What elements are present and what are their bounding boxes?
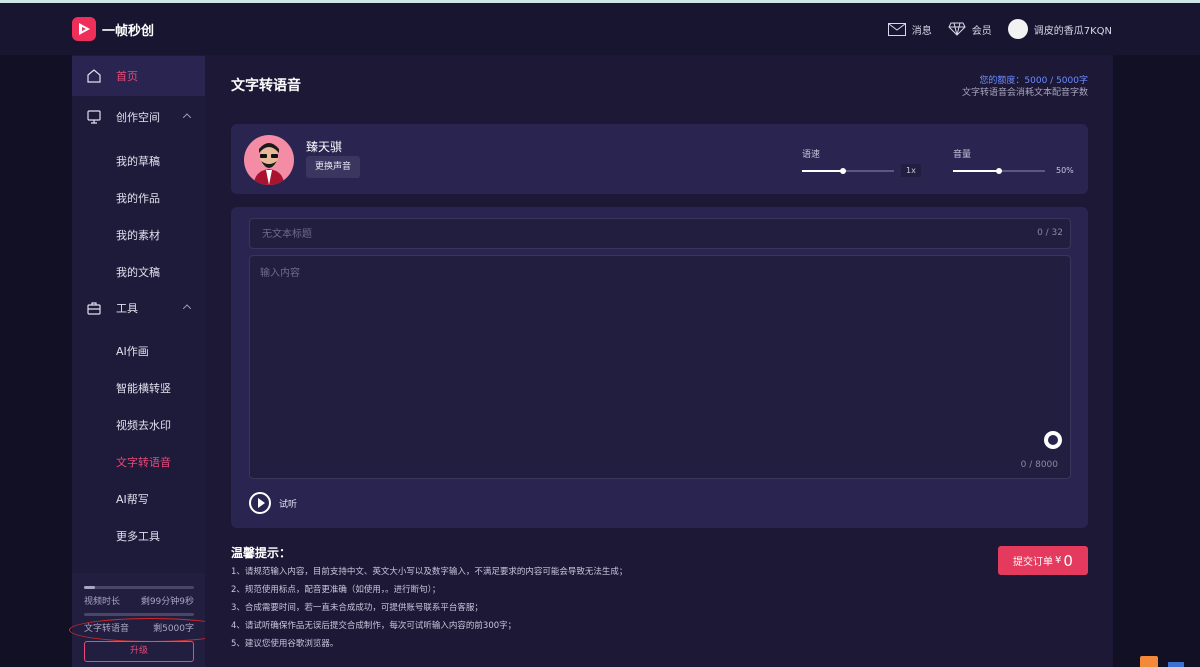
sidebar-item-ai-write[interactable]: AI帮写: [116, 491, 149, 507]
upgrade-button[interactable]: 升级: [84, 641, 194, 662]
editor-card: 0 / 32 0 / 8000 试听: [231, 207, 1088, 528]
submit-label: 提交订单: [1013, 557, 1054, 568]
sidebar-item-create-space[interactable]: 创作空间: [72, 97, 205, 137]
submit-price: 0: [1063, 551, 1073, 570]
change-voice-button[interactable]: 更换声音: [306, 156, 360, 178]
speed-value: 1x: [901, 164, 921, 177]
volume-slider-thumb[interactable]: [996, 168, 1002, 174]
app-name: 一帧秒创: [102, 23, 155, 39]
tip-item: 2、规范使用标点，配音更准确（如使用，。进行断句）；: [231, 585, 441, 595]
submit-order-button[interactable]: 提交订单 ¥ 0: [998, 546, 1088, 575]
title-field-wrapper: 0 / 32: [249, 218, 1071, 249]
toolbox-icon: [87, 302, 101, 315]
chevron-up-icon: [183, 113, 191, 118]
user-avatar: [1007, 19, 1028, 39]
content-counter: 0 / 8000: [1020, 460, 1058, 470]
tray-icon: [1168, 662, 1184, 667]
sidebar-item-label: 首页: [116, 70, 138, 83]
logo-icon: [72, 17, 96, 41]
app-logo[interactable]: 一帧秒创: [72, 17, 154, 41]
tip-item: 3、合成需要时间，若一直未合成成功，可提供账号联系平台客服；: [231, 603, 483, 613]
sidebar-item-drafts[interactable]: 我的草稿: [116, 153, 160, 169]
quota-info: 您的额度：5000 / 5000字 文字转语音会消耗文本配音字数: [962, 75, 1088, 99]
listen-label: 试听: [279, 499, 298, 510]
title-input[interactable]: [260, 225, 964, 243]
vip-link[interactable]: 会员: [948, 22, 992, 37]
content-input[interactable]: [258, 262, 1052, 446]
messages-link[interactable]: 消息: [887, 22, 932, 37]
sidebar-item-tools[interactable]: 工具: [72, 288, 205, 328]
monitor-icon: [87, 110, 101, 124]
sidebar-item-ai-paint[interactable]: AI作画: [116, 343, 149, 359]
tray-app-icon: [1140, 656, 1158, 667]
vip-label: 会员: [971, 25, 992, 37]
top-header: 一帧秒创 消息 会员 调皮的香瓜7KQN: [0, 3, 1200, 55]
sidebar-item-landscape-portrait[interactable]: 智能横转竖: [116, 380, 171, 396]
page-title: 文字转语音: [231, 78, 301, 94]
tip-item: 4、请试听确保作品无误后提交合成制作，每次可试听输入内容的前300字；: [231, 621, 517, 631]
video-quota-label: 视频时长: [84, 597, 121, 607]
title-counter: 0 / 32: [1037, 228, 1063, 238]
sidebar-item-label: 工具: [116, 302, 138, 315]
messages-label: 消息: [911, 25, 932, 37]
volume-value: 50%: [1056, 166, 1074, 175]
sidebar-item-scripts[interactable]: 我的文稿: [116, 264, 160, 280]
video-quota-remaining: 剩99分钟9秒: [140, 597, 194, 607]
tips-title: 温馨提示：: [231, 546, 292, 560]
speed-label: 语速: [802, 150, 821, 160]
sidebar-item-more-tools[interactable]: 更多工具: [116, 528, 160, 544]
sidebar-item-works[interactable]: 我的作品: [116, 190, 160, 206]
quota-amount: 您的额度：5000 / 5000字: [979, 76, 1088, 86]
quota-panel: 视频时长 剩99分钟9秒 文字转语音 剩5000字 升级: [69, 573, 233, 667]
diamond-icon: [948, 22, 966, 36]
assistant-float-icon[interactable]: [1044, 431, 1062, 449]
user-menu[interactable]: 调皮的香瓜7KQN: [1007, 19, 1112, 39]
username: 调皮的香瓜7KQN: [1033, 25, 1112, 37]
speed-slider-thumb[interactable]: [840, 168, 847, 174]
volume-label: 音量: [953, 150, 972, 160]
voice-name: 臻天骐: [306, 140, 343, 154]
listen-button[interactable]: 试听: [249, 492, 297, 514]
sidebar-item-label: 创作空间: [116, 111, 160, 124]
sidebar-item-remove-watermark[interactable]: 视频去水印: [116, 417, 171, 433]
voice-settings-card: 臻天骐 更换声音 语速 1x 音量 50%: [231, 124, 1088, 194]
quota-note: 文字转语音会消耗文本配音字数: [961, 88, 1088, 98]
voice-avatar: [244, 135, 294, 185]
main-content: 文字转语音 您的额度：5000 / 5000字 文字转语音会消耗文本配音字数 臻…: [205, 55, 1113, 667]
content-field-wrapper: 0 / 8000: [249, 255, 1071, 479]
home-icon: [87, 69, 101, 83]
tip-item: 1、请规范输入内容，目前支持中文、英文大小写以及数字输入，不满足要求的内容可能会…: [231, 567, 628, 577]
submit-currency: ¥: [1055, 555, 1062, 566]
sidebar-item-home[interactable]: 首页: [72, 56, 205, 96]
play-icon: [249, 492, 271, 514]
sidebar-item-materials[interactable]: 我的素材: [116, 227, 160, 243]
mail-icon: [887, 22, 906, 36]
sidebar-item-text-to-speech[interactable]: 文字转语音: [116, 454, 171, 470]
speed-slider[interactable]: [802, 170, 894, 172]
tip-item: 5、建议您使用谷歌浏览器。: [231, 639, 339, 649]
video-quota-meter: [84, 586, 194, 589]
chevron-up-icon: [183, 304, 191, 309]
sidebar: 首页 创作空间 我的草稿 我的作品 我的素材 我的文稿 工具 AI作画 智能横转…: [69, 55, 233, 667]
tts-quota-meter: [84, 613, 194, 616]
